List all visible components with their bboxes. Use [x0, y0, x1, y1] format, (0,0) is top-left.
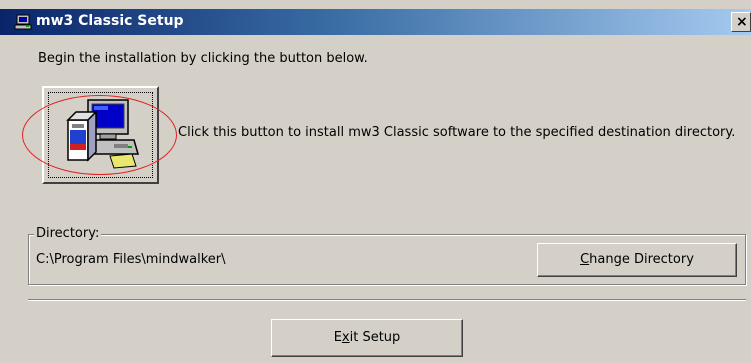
install-button[interactable] [42, 86, 159, 184]
change-directory-label: hange Directory [589, 252, 694, 267]
separator-line [28, 299, 746, 301]
exit-setup-button[interactable]: Exit Setup [271, 319, 463, 357]
window-title: mw3 Classic Setup [36, 13, 184, 29]
close-button[interactable]: × [731, 12, 751, 32]
exit-setup-label-start: E [333, 330, 342, 345]
installer-computer-icon [66, 99, 139, 169]
install-description: Click this button to install mw3 Classic… [178, 125, 736, 140]
setup-window: mw3 Classic Setup × Begin the installati… [0, 0, 751, 363]
close-icon: × [736, 14, 748, 30]
setup-computer-icon [14, 14, 32, 30]
directory-path: C:\Program Files\mindwalker\ [36, 252, 226, 267]
exit-setup-label-end: it Setup [349, 330, 401, 345]
exit-setup-mnemonic: x [341, 330, 350, 345]
directory-group-label: Directory: [34, 226, 102, 241]
instruction-text: Begin the installation by clicking the b… [38, 51, 368, 66]
change-directory-button[interactable]: Change Directory [537, 243, 737, 277]
change-directory-mnemonic: C [580, 252, 590, 267]
title-bar[interactable]: mw3 Classic Setup × [0, 9, 751, 35]
